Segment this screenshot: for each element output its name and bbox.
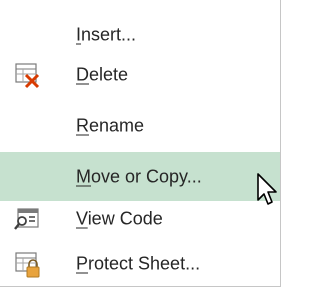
menu-item-view-code[interactable]: View Code — [0, 194, 280, 243]
mouse-pointer-icon — [256, 172, 280, 208]
context-menu: Insert... Delete Rename Move or Copy... — [0, 0, 281, 287]
menu-item-move-or-copy-label: Move or Copy... — [76, 166, 202, 186]
menu-item-rename[interactable]: Rename — [0, 101, 280, 150]
menu-item-delete-label: Delete — [76, 64, 129, 84]
delete-sheet-icon — [12, 60, 42, 90]
menu-item-protect-sheet[interactable]: Protect Sheet... — [0, 239, 280, 288]
menu-item-protect-sheet-label: Protect Sheet... — [76, 253, 201, 273]
protect-sheet-icon — [12, 249, 42, 279]
menu-item-view-code-label: View Code — [76, 208, 163, 228]
view-code-icon — [12, 204, 42, 234]
menu-item-delete[interactable]: Delete — [0, 50, 280, 99]
menu-item-insert-label: Insert... — [76, 24, 137, 44]
menu-item-rename-label: Rename — [76, 115, 145, 135]
